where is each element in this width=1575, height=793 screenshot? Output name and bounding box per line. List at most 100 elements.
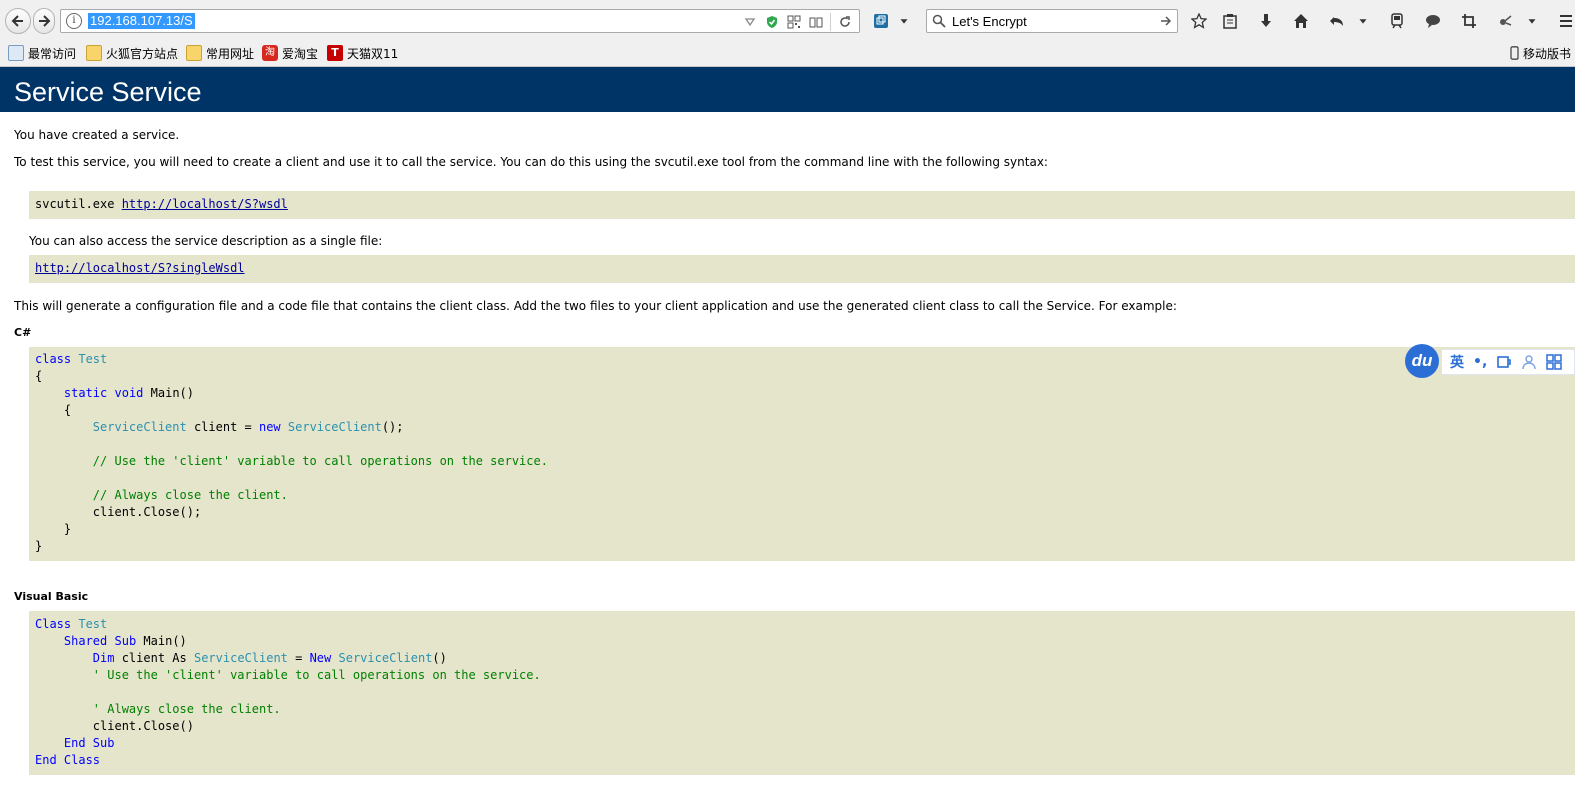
ime-punctuation-toggle[interactable]: •,	[1473, 354, 1487, 370]
ime-language-toggle[interactable]: 英	[1450, 352, 1464, 372]
csharp-label: C#	[14, 326, 32, 339]
single-wsdl-link[interactable]: http://localhost/S?singleWsdl	[35, 261, 245, 275]
code-text: ()	[432, 651, 447, 665]
folder-icon	[186, 45, 202, 61]
back-arrow-icon	[11, 15, 23, 27]
train-ticket-button[interactable]	[1386, 11, 1408, 31]
code-keyword: Shared	[63, 634, 108, 648]
folder-icon	[86, 45, 102, 61]
code-line: {	[35, 402, 1575, 419]
menu-button[interactable]	[1555, 11, 1575, 31]
ime-user-icon[interactable]	[1521, 354, 1537, 370]
bookmark-star-button[interactable]	[1188, 11, 1210, 31]
code-line: {	[35, 368, 1575, 385]
bookmark-ai-taobao[interactable]: 淘 爱淘宝	[262, 44, 318, 62]
code-text: {	[63, 403, 72, 417]
code-keyword: End Class	[35, 753, 101, 767]
code-line: ' Always close the client.	[35, 701, 1575, 718]
code-text: }	[63, 522, 72, 536]
back-button[interactable]	[5, 8, 31, 34]
bookmark-label: 火狐官方站点	[106, 46, 179, 61]
code-keyword: static	[63, 386, 108, 400]
code-comment: ' Use the 'client' variable to call oper…	[92, 668, 541, 682]
code-type: ServiceClient	[193, 651, 288, 665]
code-line: ' Use the 'client' variable to call oper…	[35, 667, 1575, 684]
code-text: client As	[114, 651, 194, 665]
page-header: Service Service	[0, 67, 1575, 112]
tmall-icon: T	[327, 45, 343, 61]
bookmark-most-visited[interactable]: 最常访问	[8, 44, 76, 62]
downloads-button[interactable]	[1255, 11, 1277, 31]
code-type: ServiceClient	[338, 651, 433, 665]
baidu-ime-logo[interactable]: du	[1405, 344, 1439, 378]
undo-close-tab-button[interactable]	[1326, 11, 1348, 31]
dropdown-history-icon[interactable]	[742, 14, 758, 30]
qr-code-icon[interactable]	[786, 14, 802, 30]
code-line: // Always close the client.	[35, 487, 1575, 504]
screenshot-button[interactable]	[1458, 11, 1480, 31]
taobao-icon: 淘	[262, 45, 278, 61]
bookmark-label: 移动版书	[1523, 46, 1572, 61]
code-text: }	[35, 539, 43, 553]
chevron-down-icon	[1359, 19, 1367, 24]
chat-button[interactable]	[1422, 11, 1444, 31]
chevron-down-icon	[900, 19, 908, 24]
bookmark-firefox-official[interactable]: 火狐官方站点	[86, 44, 178, 62]
code-line: End Class	[35, 752, 1575, 769]
code-line: client.Close()	[35, 718, 1575, 735]
code-keyword: End Sub	[63, 736, 115, 750]
tab-group-dropdown[interactable]	[897, 11, 911, 31]
search-input[interactable]: Let's Encrypt	[952, 14, 1027, 29]
code-keyword: Class	[35, 617, 72, 631]
code-line: }	[35, 521, 1575, 538]
home-button[interactable]	[1290, 11, 1312, 31]
bookmark-common-sites[interactable]: 常用网址	[186, 44, 254, 62]
code-comment: ' Always close the client.	[92, 702, 281, 716]
code-text: {	[35, 369, 43, 383]
star-icon	[1191, 13, 1207, 29]
code-text: Main()	[150, 386, 194, 400]
extension-button[interactable]	[1494, 11, 1516, 31]
gesture-icon	[1500, 15, 1512, 26]
undo-dropdown[interactable]	[1356, 11, 1370, 31]
extension-dropdown[interactable]	[1525, 11, 1539, 31]
tab-group-button[interactable]	[870, 11, 892, 31]
site-info-icon[interactable]: i	[66, 13, 82, 29]
bookmarks-menu-button[interactable]	[1219, 11, 1241, 31]
ime-skin-icon[interactable]	[1496, 354, 1512, 370]
bookmark-tmall[interactable]: T 天猫双11	[327, 44, 398, 62]
forward-button[interactable]	[33, 8, 55, 34]
bookmarks-toolbar: 最常访问 火狐官方站点 常用网址 淘 爱淘宝 T 天猫双11 移动版书	[0, 41, 1575, 65]
bookmark-label: 常用网址	[206, 46, 255, 61]
wsdl-link[interactable]: http://localhost/S?wsdl	[122, 197, 288, 211]
code-keyword: new	[258, 420, 281, 434]
ime-grid-icon[interactable]	[1546, 354, 1563, 370]
undo-icon	[1330, 17, 1343, 26]
intro-text: You have created a service.	[14, 128, 180, 142]
code-keyword: Dim	[92, 651, 115, 665]
train-icon	[1391, 13, 1403, 29]
code-type: ServiceClient	[287, 420, 382, 434]
code-text: ();	[381, 420, 404, 434]
url-text[interactable]: 192.168.107.13/S	[88, 13, 195, 29]
reader-view-icon[interactable]	[808, 14, 824, 30]
code-line: End Sub	[35, 735, 1575, 752]
security-shield-icon[interactable]	[764, 14, 780, 30]
code-type: ServiceClient	[92, 420, 187, 434]
code-type: Test	[78, 352, 108, 366]
tab-group-icon	[874, 14, 888, 28]
search-go-icon[interactable]	[1159, 14, 1173, 28]
code-type: Test	[78, 617, 108, 631]
vb-label: Visual Basic	[14, 590, 89, 603]
bookmark-label: 最常访问	[28, 46, 77, 61]
chevron-down-icon	[1528, 19, 1536, 24]
address-bar[interactable]: i 192.168.107.13/S	[60, 9, 860, 33]
svcutil-command: svcutil.exe	[35, 197, 122, 211]
csharp-code-block: class Test { static void Main() { Servic…	[29, 347, 1575, 561]
search-bar[interactable]: Let's Encrypt	[926, 9, 1178, 33]
page-title: Service Service	[14, 77, 202, 107]
forward-arrow-icon	[39, 15, 51, 27]
reload-icon[interactable]	[837, 14, 853, 30]
bookmark-mobile[interactable]: 移动版书	[1510, 44, 1571, 62]
